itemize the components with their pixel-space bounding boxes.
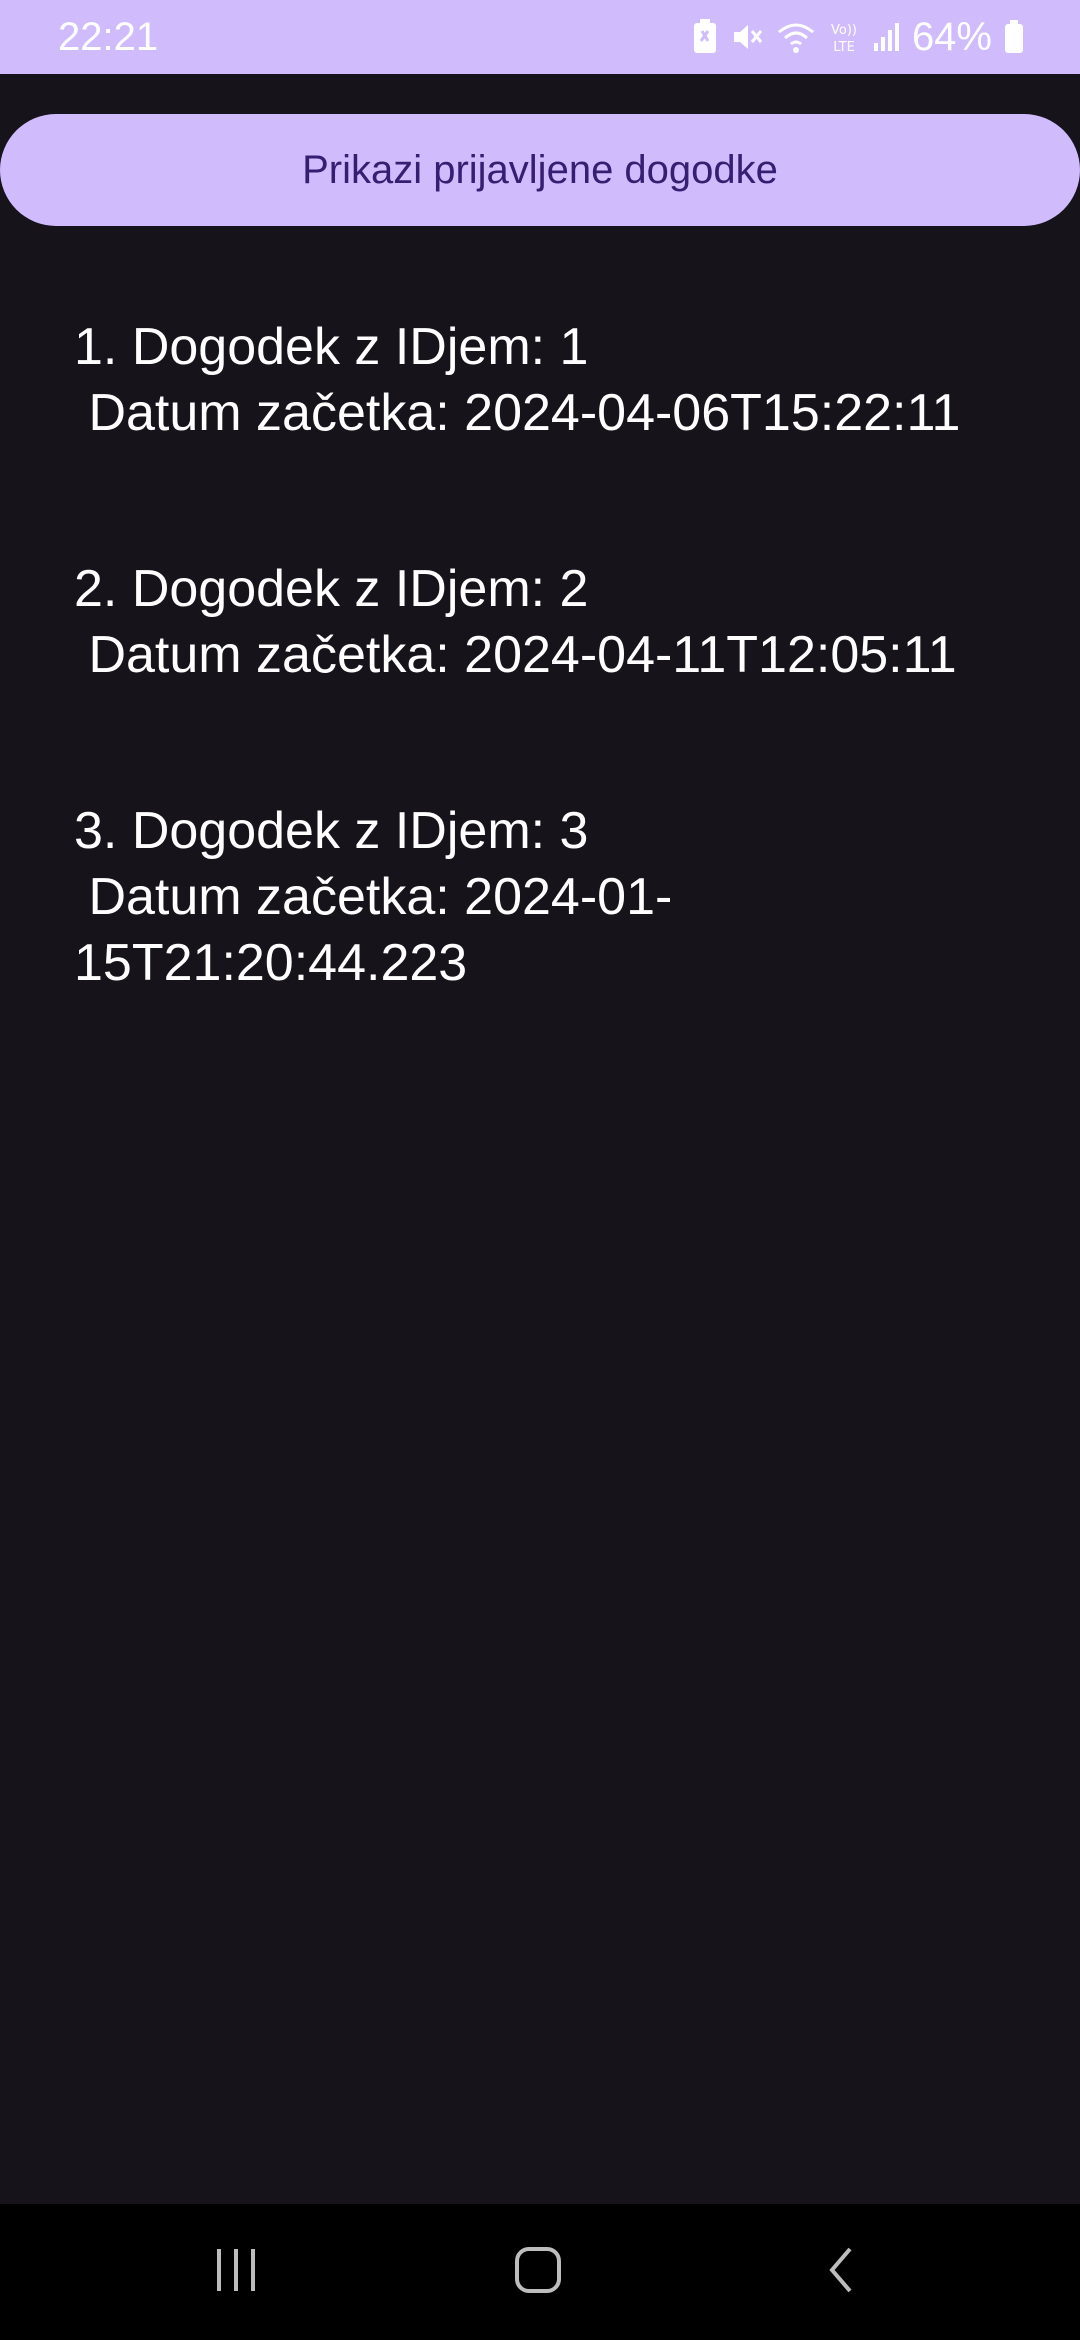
- event-title: 2. Dogodek z IDjem: 2: [74, 560, 589, 618]
- signal-icon: [872, 21, 900, 53]
- battery-saver-icon: [692, 19, 718, 55]
- event-date: Datum začetka: 2024-01-15T21:20:44.223: [74, 868, 673, 992]
- status-bar: 22:21 Vo)) LTE 64%: [0, 0, 1080, 74]
- main-content: Prikazi prijavljene dogodke 1. Dogodek z…: [0, 74, 1080, 2204]
- back-icon: [822, 2245, 862, 2300]
- home-button[interactable]: [478, 2232, 598, 2312]
- recent-apps-icon: [211, 2247, 261, 2298]
- event-title: 1. Dogodek z IDjem: 1: [74, 318, 589, 376]
- back-button[interactable]: [782, 2232, 902, 2312]
- home-icon: [513, 2245, 563, 2300]
- battery-icon: [1004, 20, 1024, 54]
- list-item: 2. Dogodek z IDjem: 2 Datum začetka: 202…: [74, 556, 1034, 688]
- status-time: 22:21: [58, 15, 159, 59]
- recent-apps-button[interactable]: [176, 2232, 296, 2312]
- list-item: 3. Dogodek z IDjem: 3 Datum začetka: 202…: [74, 798, 1034, 996]
- battery-percentage: 64%: [911, 15, 992, 59]
- wifi-icon: [776, 20, 816, 54]
- event-list: 1. Dogodek z IDjem: 1 Datum začetka: 202…: [74, 314, 1034, 1106]
- svg-text:Vo)): Vo)): [831, 23, 857, 38]
- volte-icon: Vo)) LTE: [828, 19, 860, 55]
- list-item: 1. Dogodek z IDjem: 1 Datum začetka: 202…: [74, 314, 1034, 446]
- svg-text:LTE: LTE: [833, 40, 855, 55]
- navigation-bar: [0, 2204, 1080, 2340]
- event-date: Datum začetka: 2024-04-06T15:22:11: [74, 384, 961, 442]
- event-title: 3. Dogodek z IDjem: 3: [74, 802, 589, 860]
- status-icons: Vo)) LTE 64%: [692, 14, 1024, 60]
- event-date: Datum začetka: 2024-04-11T12:05:11: [74, 626, 957, 684]
- show-registered-events-button[interactable]: Prikazi prijavljene dogodke: [0, 114, 1080, 226]
- mute-icon: [730, 20, 764, 54]
